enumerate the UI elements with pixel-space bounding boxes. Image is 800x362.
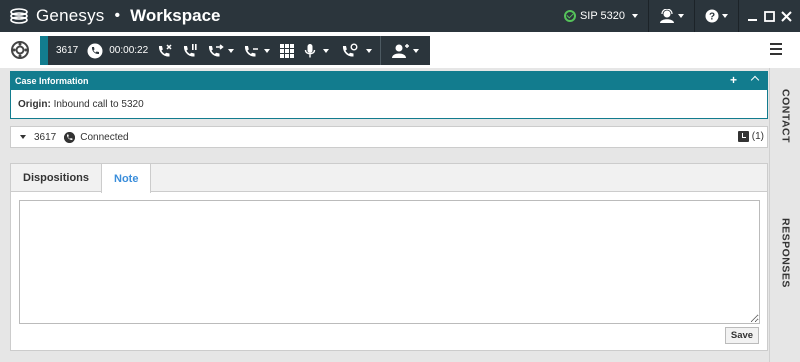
chevron-down-icon: [678, 14, 684, 18]
help-menu-button[interactable]: ?: [695, 0, 738, 32]
svg-text:?: ?: [709, 12, 715, 23]
status-check-icon: [563, 10, 576, 22]
phone-icon: [64, 131, 76, 143]
genesys-logo-icon: [10, 8, 28, 24]
close-icon[interactable]: [781, 10, 792, 22]
title-bar: Genesys • Workspace SIP 5320 ?: [0, 0, 800, 32]
maximize-icon[interactable]: [764, 10, 775, 22]
case-header: Case Information +: [11, 72, 767, 90]
call-number: 3617: [56, 45, 79, 56]
tab-bar: Dispositions Note: [11, 164, 767, 193]
agent-menu-button[interactable]: [649, 0, 694, 32]
keypad-icon[interactable]: [279, 43, 295, 59]
add-icon[interactable]: +: [730, 73, 737, 87]
toolbar: 3617 00:00:22: [0, 32, 800, 68]
interaction-row[interactable]: 3617 Connected (1): [10, 126, 768, 148]
chevron-down-icon[interactable]: [20, 135, 26, 139]
interaction-number: 3617: [34, 131, 57, 143]
help-icon: ?: [705, 9, 719, 23]
history-indicator[interactable]: (1): [737, 131, 764, 142]
save-button[interactable]: Save: [725, 327, 759, 344]
microphone-icon[interactable]: [304, 43, 330, 59]
chevron-down-icon: [323, 48, 330, 53]
chevron-down-icon: [366, 48, 373, 53]
sip-label: SIP 5320: [579, 10, 625, 22]
minimize-icon[interactable]: [747, 11, 758, 22]
responses-tab-label: RESPONSES: [779, 218, 792, 288]
tab-dispositions[interactable]: Dispositions: [11, 164, 101, 192]
call-control-bar: 3617 00:00:22: [40, 36, 430, 65]
contact-tab-label: CONTACT: [779, 88, 792, 144]
agent-icon: [660, 9, 674, 23]
history-count: (1): [751, 131, 764, 142]
tab-note[interactable]: Note: [101, 164, 152, 193]
chevron-down-icon: [722, 14, 728, 18]
case-title: Case Information: [15, 76, 89, 86]
brand-name: Genesys: [36, 6, 105, 25]
app-name: Workspace: [130, 6, 221, 25]
origin-label: Origin:: [18, 99, 51, 110]
chevron-down-icon: [632, 14, 638, 18]
clock-icon: [737, 131, 749, 142]
disposition-note-panel: Dispositions Note Save: [10, 163, 768, 351]
call-accent: [40, 36, 48, 65]
note-textarea[interactable]: [19, 200, 760, 324]
brand-separator: •: [114, 7, 121, 24]
end-call-icon[interactable]: [157, 43, 173, 59]
chevron-up-icon[interactable]: [750, 75, 760, 85]
support-wheel-icon[interactable]: [10, 40, 30, 60]
tab-responses[interactable]: RESPONSES: [770, 208, 800, 298]
case-information-panel: Case Information + Origin: Inbound call …: [10, 71, 768, 119]
chevron-down-icon: [228, 48, 235, 53]
side-panel-tabs: CONTACT RESPONSES: [769, 68, 800, 362]
hamburger-menu-icon[interactable]: [770, 43, 782, 55]
chevron-down-icon: [264, 48, 271, 53]
connection-status: Connected: [80, 131, 129, 143]
consult-call-icon[interactable]: [341, 43, 373, 59]
tab-contact[interactable]: CONTACT: [770, 76, 800, 156]
conference-call-icon[interactable]: [243, 43, 271, 59]
call-timer: 00:00:22: [109, 45, 149, 56]
case-body: Origin: Inbound call to 5320: [11, 90, 767, 110]
add-party-icon[interactable]: [390, 43, 420, 59]
transfer-call-icon[interactable]: [207, 43, 235, 59]
sip-status-dropdown[interactable]: SIP 5320: [554, 0, 648, 32]
chevron-down-icon: [413, 48, 420, 53]
hold-call-icon[interactable]: [182, 43, 198, 59]
brand: Genesys • Workspace: [8, 5, 221, 27]
origin-value: Inbound call to 5320: [53, 99, 144, 110]
phone-icon: [87, 43, 103, 59]
